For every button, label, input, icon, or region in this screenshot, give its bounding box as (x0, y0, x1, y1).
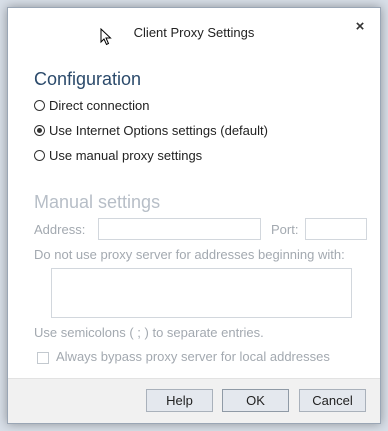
manual-settings-heading: Manual settings (34, 192, 161, 212)
radio-button-selected[interactable] (34, 125, 45, 136)
title-bar[interactable]: Client Proxy Settings × (8, 8, 380, 58)
radio-direct-connection[interactable]: Direct connection (34, 98, 149, 113)
client-proxy-settings-dialog: Client Proxy Settings × Configuration Di… (7, 7, 381, 424)
port-label: Port: (271, 222, 299, 237)
address-label: Address: (34, 222, 86, 237)
dialog-title: Client Proxy Settings (133, 25, 255, 40)
semicolon-note: Use semicolons ( ; ) to separate entries… (34, 325, 264, 340)
port-input[interactable] (305, 218, 367, 240)
radio-label: Use manual proxy settings (49, 148, 203, 163)
address-input[interactable] (98, 218, 261, 240)
ok-button[interactable]: OK (222, 389, 289, 412)
exceptions-textarea[interactable] (51, 268, 352, 318)
help-button[interactable]: Help (146, 389, 213, 412)
bypass-local-label: Always bypass proxy server for local add… (56, 349, 330, 364)
bypass-local-checkbox[interactable] (37, 352, 49, 364)
close-icon[interactable]: × (352, 19, 368, 35)
radio-button[interactable] (34, 100, 45, 111)
radio-button[interactable] (34, 150, 45, 161)
radio-internet-options[interactable]: Use Internet Options settings (default) (34, 123, 268, 138)
radio-label: Use Internet Options settings (default) (49, 123, 268, 138)
exceptions-label: Do not use proxy server for addresses be… (34, 247, 345, 262)
dialog-content: Configuration Direct connection Use Inte… (8, 58, 380, 423)
radio-manual-proxy[interactable]: Use manual proxy settings (34, 148, 202, 163)
radio-label: Direct connection (49, 98, 150, 113)
cancel-button[interactable]: Cancel (299, 389, 366, 412)
button-bar: Help OK Cancel (8, 378, 380, 423)
configuration-heading: Configuration (34, 69, 142, 89)
